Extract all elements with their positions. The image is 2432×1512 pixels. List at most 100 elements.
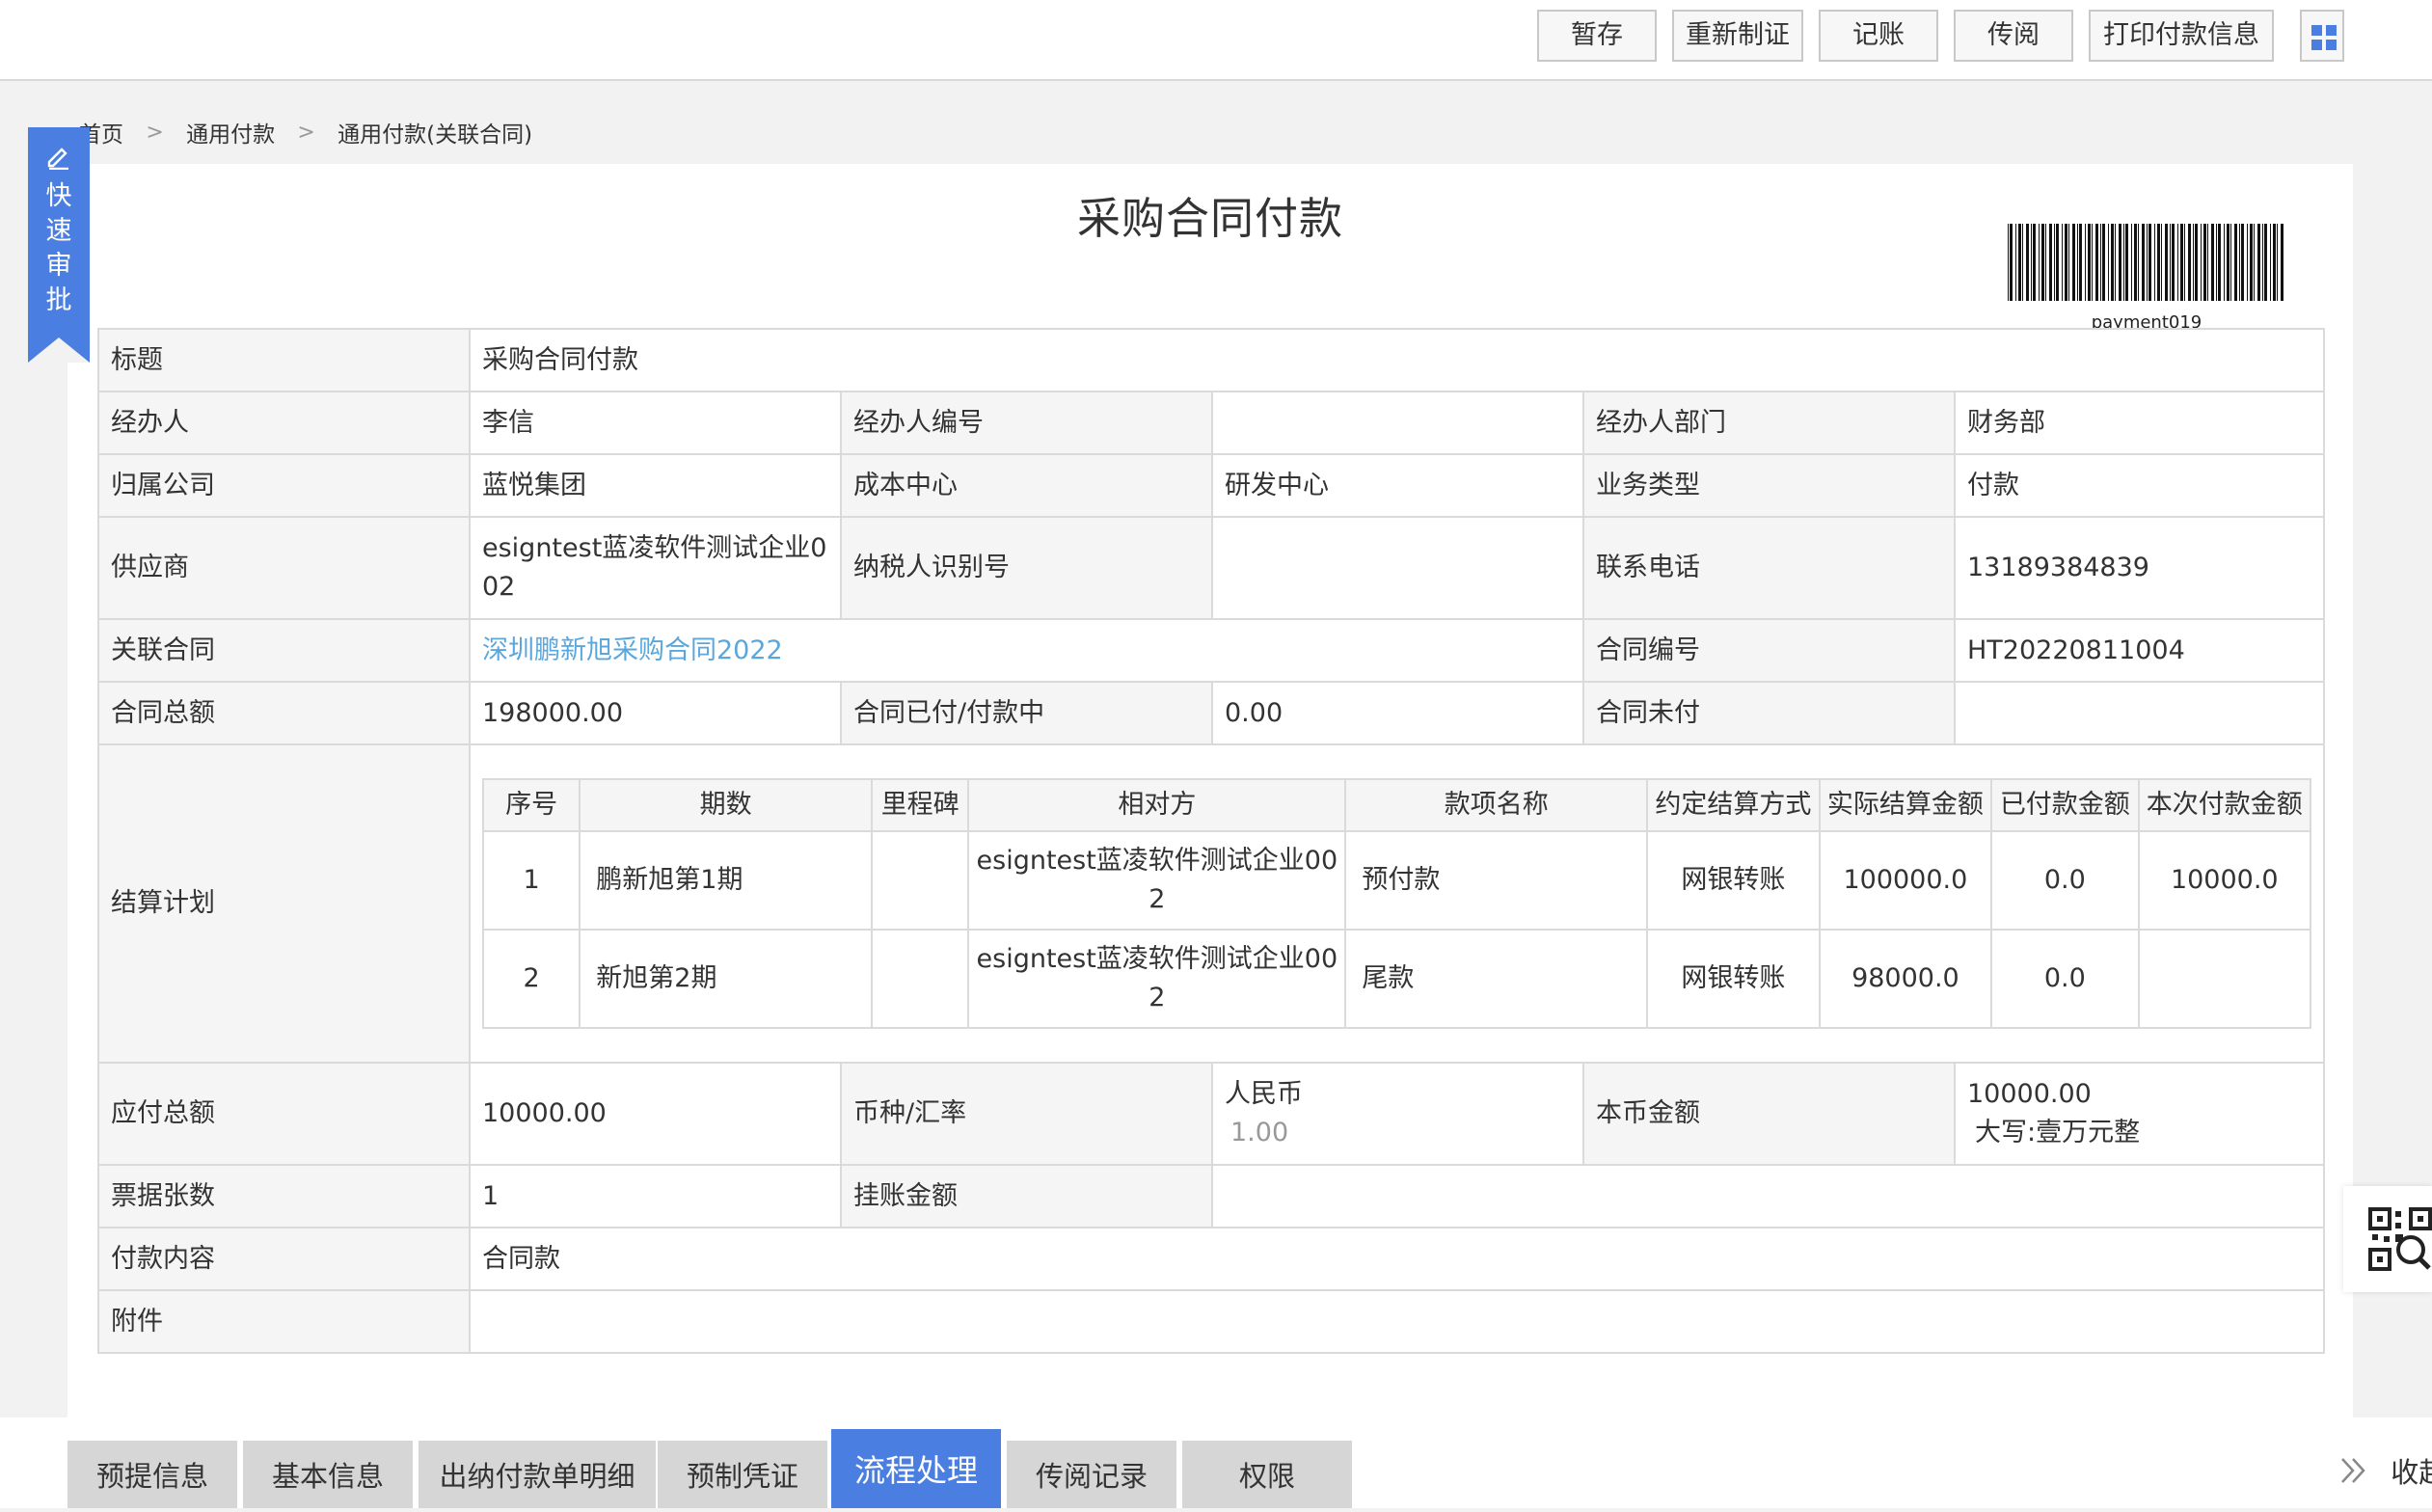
tab-basic-info[interactable]: 基本信息 bbox=[243, 1441, 413, 1508]
grid-menu-button[interactable] bbox=[2300, 10, 2344, 62]
table-row: 2 新旭第2期 esigntest蓝凌软件测试企业002 尾款 网银转账 980… bbox=[481, 929, 2312, 1029]
breadcrumb-general-payment[interactable]: 通用付款 bbox=[186, 116, 275, 148]
handler-dept-label: 经办人部门 bbox=[1582, 391, 1956, 455]
contract-link[interactable]: 深圳鹏新旭采购合同2022 bbox=[482, 635, 783, 665]
plan-header-current: 本次付款金额 bbox=[2137, 778, 2312, 832]
plan-cell-actual: 100000.0 bbox=[1818, 830, 1993, 931]
supplier-value: esigntest蓝凌软件测试企业002 bbox=[469, 516, 842, 620]
breadcrumb: 首页 > 通用付款 > 通用付款(关联合同) bbox=[79, 116, 532, 150]
pending-amount-label: 挂账金额 bbox=[840, 1164, 1213, 1228]
cost-center-label: 成本中心 bbox=[840, 453, 1213, 518]
tax-id-value bbox=[1211, 516, 1584, 620]
tax-id-label: 纳税人识别号 bbox=[840, 516, 1213, 620]
plan-header-actual: 实际结算金额 bbox=[1818, 778, 1993, 832]
plan-cell-period: 鹏新旭第1期 bbox=[579, 830, 874, 931]
phone-label: 联系电话 bbox=[1582, 516, 1956, 620]
grid-icon bbox=[2311, 25, 2337, 50]
handler-dept-value: 财务部 bbox=[1953, 391, 2326, 455]
table-row: 1 鹏新旭第1期 esigntest蓝凌软件测试企业002 预付款 网银转账 1… bbox=[481, 830, 2312, 931]
tab-permissions[interactable]: 权限 bbox=[1182, 1441, 1352, 1508]
contract-unpaid-label: 合同未付 bbox=[1582, 681, 1956, 745]
print-payment-info-button[interactable]: 打印付款信息 bbox=[2089, 10, 2274, 62]
plan-header-item: 款项名称 bbox=[1344, 778, 1649, 832]
post-account-button[interactable]: 记账 bbox=[1819, 10, 1938, 62]
barcode-icon bbox=[2008, 224, 2283, 301]
plan-cell-period: 新旭第2期 bbox=[579, 929, 874, 1029]
tab-accrual-info[interactable]: 预提信息 bbox=[68, 1441, 237, 1508]
plan-cell-item: 尾款 bbox=[1344, 929, 1649, 1029]
bill-count-label: 票据张数 bbox=[97, 1164, 471, 1228]
contract-unpaid-value bbox=[1953, 681, 2326, 745]
contract-no-value: HT20220811004 bbox=[1953, 618, 2326, 683]
plan-header-paid: 已付款金额 bbox=[1990, 778, 2140, 832]
contract-label: 关联合同 bbox=[97, 618, 471, 683]
pending-amount-value bbox=[1210, 1164, 2326, 1228]
plan-header-party: 相对方 bbox=[967, 778, 1347, 832]
handler-label: 经办人 bbox=[97, 391, 471, 455]
qr-code-icon bbox=[2368, 1207, 2432, 1271]
plan-cell-no: 2 bbox=[481, 929, 581, 1029]
top-toolbar: 暂存 重新制证 记账 传阅 打印付款信息 bbox=[0, 0, 2432, 81]
plan-cell-party: esigntest蓝凌软件测试企业002 bbox=[967, 929, 1347, 1029]
plan-header-period: 期数 bbox=[579, 778, 874, 832]
plan-cell-no: 1 bbox=[481, 830, 581, 931]
title-label: 标题 bbox=[97, 328, 471, 392]
company-value: 蓝悦集团 bbox=[469, 453, 842, 518]
plan-cell-current bbox=[2137, 929, 2312, 1029]
plan-cell-actual: 98000.0 bbox=[1818, 929, 1993, 1029]
currency-value: 人民币 bbox=[1225, 1079, 1303, 1109]
local-amount-upper: 大写:壹万元整 bbox=[1975, 1118, 2141, 1148]
tab-workflow[interactable]: 流程处理 bbox=[831, 1429, 1001, 1508]
company-label: 归属公司 bbox=[97, 453, 471, 518]
barcode: payment019 bbox=[2004, 224, 2289, 343]
contract-total-value: 198000.00 bbox=[469, 681, 842, 745]
handler-no-value bbox=[1211, 391, 1584, 455]
attachment-label: 附件 bbox=[97, 1289, 471, 1354]
bill-count-value: 1 bbox=[469, 1164, 842, 1228]
payable-value: 10000.00 bbox=[469, 1062, 842, 1166]
local-amount-value: 10000.00 bbox=[1967, 1079, 2092, 1109]
exchange-rate-value: 1.00 bbox=[1230, 1118, 1289, 1148]
bottom-tab-bar: 预提信息 基本信息 出纳付款单明细 预制凭证 流程处理 传阅记录 权限 收起 bbox=[0, 1418, 2432, 1508]
contract-paid-value: 0.00 bbox=[1211, 681, 1584, 745]
local-amount-label: 本币金额 bbox=[1582, 1062, 1956, 1166]
circulate-button[interactable]: 传阅 bbox=[1954, 10, 2073, 62]
double-chevron-right-icon bbox=[2341, 1458, 2365, 1483]
settlement-plan-label: 结算计划 bbox=[97, 743, 471, 1064]
contract-no-label: 合同编号 bbox=[1582, 618, 1956, 683]
payable-label: 应付总额 bbox=[97, 1062, 471, 1166]
tab-circulation-log[interactable]: 传阅记录 bbox=[1007, 1441, 1176, 1508]
plan-header-method: 约定结算方式 bbox=[1646, 778, 1821, 832]
qr-scan-button[interactable] bbox=[2343, 1186, 2432, 1292]
biz-type-label: 业务类型 bbox=[1582, 453, 1956, 518]
collapse-label: 收起 bbox=[2391, 1456, 2432, 1489]
save-draft-button[interactable]: 暂存 bbox=[1537, 10, 1657, 62]
regenerate-voucher-button[interactable]: 重新制证 bbox=[1672, 10, 1803, 62]
biz-type-value: 付款 bbox=[1953, 453, 2326, 518]
content-value: 合同款 bbox=[468, 1227, 2326, 1291]
chevron-right-icon: > bbox=[297, 120, 315, 145]
plan-cell-paid: 0.0 bbox=[1990, 929, 2140, 1029]
plan-cell-current: 10000.0 bbox=[2137, 830, 2312, 931]
tab-cashier-detail[interactable]: 出纳付款单明细 bbox=[419, 1441, 656, 1508]
payment-form: 标题 采购合同付款 经办人 李信 经办人编号 经办人部门 财务部 归属公司 蓝悦… bbox=[97, 328, 2326, 1354]
pencil-icon bbox=[47, 148, 68, 170]
plan-cell-item: 预付款 bbox=[1344, 830, 1649, 931]
quick-approve-label: 快速审批 bbox=[45, 181, 72, 315]
plan-cell-milestone bbox=[871, 830, 970, 931]
attachment-value bbox=[468, 1289, 2326, 1354]
local-amount-cell: 10000.00 大写:壹万元整 bbox=[1953, 1062, 2326, 1166]
settlement-plan-table: 序号 期数 里程碑 相对方 款项名称 约定结算方式 实际结算金额 已付款金额 本… bbox=[481, 778, 2312, 1029]
plan-header-no: 序号 bbox=[481, 778, 581, 832]
handler-no-label: 经办人编号 bbox=[840, 391, 1213, 455]
document-panel: 采购合同付款 payment019 标题 采购合同付款 经办人 李信 经办人编号… bbox=[68, 164, 2353, 1418]
quick-approve-ribbon[interactable]: 快速审批 bbox=[28, 127, 90, 363]
tab-pre-voucher[interactable]: 预制凭证 bbox=[658, 1441, 827, 1508]
content-label: 付款内容 bbox=[97, 1227, 471, 1291]
handler-value: 李信 bbox=[469, 391, 842, 455]
cost-center-value: 研发中心 bbox=[1211, 453, 1584, 518]
contract-total-label: 合同总额 bbox=[97, 681, 471, 745]
currency-cell: 人民币 1.00 bbox=[1211, 1062, 1584, 1166]
collapse-button[interactable]: 收起 bbox=[2339, 1450, 2432, 1498]
supplier-label: 供应商 bbox=[97, 516, 471, 620]
